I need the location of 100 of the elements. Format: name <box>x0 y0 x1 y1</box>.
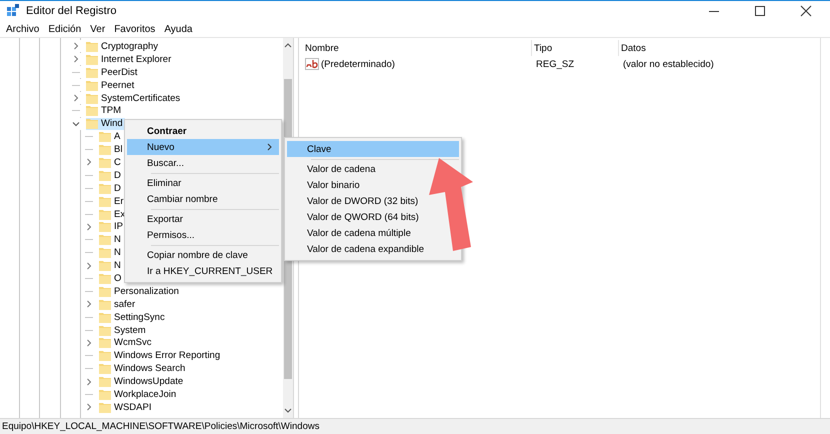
folder-icon <box>99 156 111 168</box>
table-cell: (Predeterminado) <box>321 58 395 70</box>
expand-icon[interactable] <box>85 262 93 270</box>
folder-icon <box>99 182 111 194</box>
folder-icon <box>99 324 111 336</box>
tree-node[interactable]: TPM <box>86 104 124 117</box>
folder-icon <box>99 170 111 181</box>
folder-icon <box>86 105 98 116</box>
registry-icon <box>6 4 20 18</box>
table-cell-text: (valor no establecido) <box>622 58 715 70</box>
tree-node[interactable]: N <box>99 234 123 246</box>
menu-item[interactable]: Clave <box>287 141 459 157</box>
tree-node[interactable]: WcmSvc <box>99 336 154 349</box>
tree-node[interactable]: WSDAPI <box>99 401 154 414</box>
menu-item[interactable]: Valor de cadena múltiple <box>287 225 417 241</box>
folder-icon <box>99 221 111 232</box>
folder-icon <box>99 131 111 142</box>
string-value-icon <box>305 58 319 70</box>
folder-icon <box>99 144 111 156</box>
expand-icon[interactable] <box>85 300 93 308</box>
menu-item[interactable]: Ir a HKEY_CURRENT_USER <box>127 263 279 279</box>
menu-item[interactable]: Archivo <box>6 24 40 34</box>
tree-node[interactable]: Windows Error Reporting <box>99 350 222 362</box>
menu-item[interactable]: Ayuda <box>164 24 192 34</box>
folder-icon <box>99 363 111 374</box>
tree-node[interactable]: A <box>99 130 122 143</box>
menu-item[interactable]: Eliminar <box>127 175 279 191</box>
tree-node[interactable]: Internet Explorer <box>86 53 174 66</box>
folder-icon <box>99 272 111 284</box>
menu-item[interactable]: Valor de cadena <box>287 161 382 177</box>
folder-icon <box>99 350 111 362</box>
menu-item[interactable]: Cambiar nombre <box>127 191 279 207</box>
expand-icon[interactable] <box>85 158 93 166</box>
expand-icon[interactable] <box>85 222 93 231</box>
menu-item[interactable]: Edición <box>48 24 82 34</box>
folder-icon <box>86 80 98 91</box>
menu-item[interactable]: Nuevo <box>127 139 279 155</box>
expand-icon[interactable] <box>85 403 93 412</box>
tree-node[interactable]: WindowsUpdate <box>99 376 186 388</box>
expand-icon[interactable] <box>72 94 80 102</box>
expand-icon[interactable] <box>72 55 80 64</box>
tree-node[interactable]: O <box>99 272 124 284</box>
tree-node[interactable]: Cryptography <box>86 40 160 52</box>
folder-icon <box>86 66 98 78</box>
expand-icon[interactable] <box>85 378 93 386</box>
tree-node[interactable]: safer <box>99 298 138 310</box>
folder-icon <box>99 337 111 348</box>
menu-item[interactable]: Favoritos <box>114 24 156 34</box>
column-header[interactable]: Tipo <box>532 40 619 56</box>
expand-icon[interactable] <box>85 338 93 347</box>
tree-node[interactable]: D <box>99 182 123 194</box>
tree-node[interactable]: Peernet <box>86 79 136 92</box>
scroll-up-icon[interactable] <box>284 42 292 48</box>
menu-item[interactable]: Exportar <box>127 211 279 227</box>
tree-node[interactable]: D <box>99 169 123 182</box>
tree-node[interactable]: Er <box>99 195 126 208</box>
expand-icon[interactable] <box>72 42 80 50</box>
tree-node[interactable]: Personalization <box>99 285 181 298</box>
menu-item[interactable]: Ver <box>90 24 106 34</box>
tree-node[interactable]: N <box>99 260 123 272</box>
folder-icon <box>99 402 111 413</box>
window-title: Editor del Registro <box>26 5 116 17</box>
tree-node[interactable]: SystemCertificates <box>86 92 182 104</box>
folder-icon <box>86 40 98 52</box>
menu-item[interactable]: Valor binario <box>287 177 366 193</box>
column-header[interactable]: Datos <box>619 40 769 56</box>
tree-node[interactable]: IP <box>99 220 125 233</box>
menu-item[interactable]: Contraer <box>127 123 279 139</box>
folder-icon <box>99 260 111 272</box>
folder-icon <box>99 196 111 207</box>
column-header[interactable]: Nombre <box>303 40 532 56</box>
tree-node[interactable]: N <box>99 246 123 259</box>
folder-icon <box>99 208 111 220</box>
scroll-down-icon[interactable] <box>284 408 292 414</box>
tree-node[interactable]: Windows Search <box>99 362 188 375</box>
tree-node[interactable]: System <box>99 324 148 336</box>
menu-item[interactable]: Valor de DWORD (32 bits) <box>287 193 424 209</box>
table-cell-text: REG_SZ <box>535 58 576 70</box>
folder-icon <box>99 298 111 310</box>
menu-item[interactable]: Copiar nombre de clave <box>127 247 279 263</box>
folder-icon <box>86 54 98 65</box>
folder-icon <box>99 376 111 388</box>
tree-node[interactable]: Bl <box>99 144 124 156</box>
collapse-icon[interactable] <box>72 120 80 128</box>
menu-item[interactable]: Permisos... <box>127 227 279 243</box>
registry-path: Equipo\HKEY_LOCAL_MACHINE\SOFTWARE\Policies\Microsoft\Windows <box>2 421 320 432</box>
tree-node[interactable]: C <box>99 156 123 168</box>
menu-item[interactable]: Valor de cadena expandible <box>287 241 430 257</box>
folder-icon <box>99 388 111 400</box>
folder-icon <box>86 118 98 130</box>
folder-icon <box>99 312 111 323</box>
menu-item[interactable]: Valor de QWORD (64 bits) <box>287 209 425 225</box>
maximize-icon[interactable] <box>754 5 766 17</box>
close-icon[interactable] <box>800 5 812 17</box>
folder-icon <box>99 286 111 297</box>
tree-node[interactable]: Wind <box>86 118 125 130</box>
menu-item[interactable]: Buscar... <box>127 155 279 171</box>
tree-node[interactable]: WorkplaceJoin <box>99 388 178 400</box>
tree-node[interactable]: SettingSync <box>99 311 167 324</box>
tree-node[interactable]: PeerDist <box>86 66 140 78</box>
